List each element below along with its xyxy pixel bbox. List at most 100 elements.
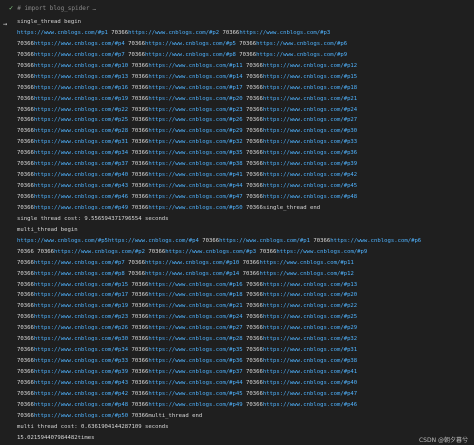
output-link[interactable]: https://www.cnblogs.com/#p45	[263, 183, 357, 189]
output-link[interactable]: https://www.cnblogs.com/#p20	[263, 292, 357, 298]
output-link[interactable]: https://www.cnblogs.com/#p8	[145, 52, 236, 58]
output-link[interactable]: https://www.cnblogs.com/#p28	[148, 336, 242, 342]
output-link[interactable]: https://www.cnblogs.com/#p45	[148, 391, 242, 397]
output-link[interactable]: https://www.cnblogs.com/#p30	[263, 128, 357, 134]
output-link[interactable]: https://www.cnblogs.com/#p23	[148, 107, 242, 113]
output-link[interactable]: https://www.cnblogs.com/#p42	[263, 172, 357, 178]
output-link[interactable]: https://www.cnblogs.com/#p37	[34, 161, 128, 167]
output-link[interactable]: https://www.cnblogs.com/#p17	[34, 292, 128, 298]
output-link[interactable]: https://www.cnblogs.com/#p16	[34, 85, 128, 91]
output-link[interactable]: https://www.cnblogs.com/#p38	[263, 358, 357, 364]
output-link[interactable]: https://www.cnblogs.com/#p35	[148, 150, 242, 156]
output-link[interactable]: https://www.cnblogs.com/#p16	[148, 282, 242, 288]
output-link[interactable]: https://www.cnblogs.com/#p47	[263, 391, 357, 397]
output-link[interactable]: https://www.cnblogs.com/#p22	[263, 303, 357, 309]
output-link[interactable]: https://www.cnblogs.com/#p26	[34, 325, 128, 331]
output-link[interactable]: https://www.cnblogs.com/#p2	[54, 249, 145, 255]
output-link[interactable]: https://www.cnblogs.com/#p32	[148, 139, 242, 145]
cell-code-preview[interactable]: # import blog_spider	[17, 5, 89, 12]
output-link[interactable]: https://www.cnblogs.com/#p46	[34, 194, 128, 200]
output-link[interactable]: https://www.cnblogs.com/#p43	[34, 183, 128, 189]
output-link[interactable]: https://www.cnblogs.com/#p23	[34, 314, 128, 320]
output-link[interactable]: https://www.cnblogs.com/#p11	[260, 260, 354, 266]
output-link[interactable]: https://www.cnblogs.com/#p48	[263, 194, 357, 200]
output-link[interactable]: https://www.cnblogs.com/#p4	[34, 41, 125, 47]
output-link[interactable]: https://www.cnblogs.com/#p43	[34, 380, 128, 386]
output-link[interactable]: https://www.cnblogs.com/#p39	[34, 369, 128, 375]
output-link[interactable]: https://www.cnblogs.com/#p29	[263, 325, 357, 331]
output-link[interactable]: https://www.cnblogs.com/#p32	[263, 336, 357, 342]
output-link[interactable]: https://www.cnblogs.com/#p48	[34, 402, 128, 408]
output-link[interactable]: https://www.cnblogs.com/#p24	[148, 314, 242, 320]
output-link[interactable]: https://www.cnblogs.com/#p2	[128, 30, 219, 36]
output-link[interactable]: https://www.cnblogs.com/#p5	[17, 238, 108, 244]
output-link[interactable]: https://www.cnblogs.com/#p1	[17, 30, 108, 36]
output-link[interactable]: https://www.cnblogs.com/#p8	[34, 271, 125, 277]
output-link[interactable]: https://www.cnblogs.com/#p1	[219, 238, 310, 244]
output-link[interactable]: https://www.cnblogs.com/#p37	[148, 369, 242, 375]
output-link[interactable]: https://www.cnblogs.com/#p19	[34, 303, 128, 309]
output-link[interactable]: https://www.cnblogs.com/#p49	[148, 402, 242, 408]
output-link[interactable]: https://www.cnblogs.com/#p3	[239, 30, 330, 36]
output-link[interactable]: https://www.cnblogs.com/#p35	[148, 347, 242, 353]
output-link[interactable]: https://www.cnblogs.com/#p4	[108, 238, 199, 244]
output-link[interactable]: https://www.cnblogs.com/#p33	[34, 358, 128, 364]
output-link[interactable]: https://www.cnblogs.com/#p6	[330, 238, 421, 244]
output-link[interactable]: https://www.cnblogs.com/#p12	[263, 63, 357, 69]
output-link[interactable]: https://www.cnblogs.com/#p3	[165, 249, 256, 255]
output-link[interactable]: https://www.cnblogs.com/#p44	[148, 380, 242, 386]
output-link[interactable]: https://www.cnblogs.com/#p42	[34, 391, 128, 397]
output-link[interactable]: https://www.cnblogs.com/#p14	[148, 74, 242, 80]
output-link[interactable]: https://www.cnblogs.com/#p41	[148, 172, 242, 178]
output-link[interactable]: https://www.cnblogs.com/#p36	[148, 358, 242, 364]
output-link[interactable]: https://www.cnblogs.com/#p50	[34, 413, 128, 419]
output-link[interactable]: https://www.cnblogs.com/#p13	[34, 74, 128, 80]
output-link[interactable]: https://www.cnblogs.com/#p18	[263, 85, 357, 91]
output-link[interactable]: https://www.cnblogs.com/#p44	[148, 183, 242, 189]
output-link[interactable]: https://www.cnblogs.com/#p38	[148, 161, 242, 167]
output-link[interactable]: https://www.cnblogs.com/#p46	[263, 402, 357, 408]
output-link[interactable]: https://www.cnblogs.com/#p33	[263, 139, 357, 145]
output-link[interactable]: https://www.cnblogs.com/#p15	[263, 74, 357, 80]
output-link[interactable]: https://www.cnblogs.com/#p40	[34, 172, 128, 178]
output-link[interactable]: https://www.cnblogs.com/#p19	[34, 96, 128, 102]
output-link[interactable]: https://www.cnblogs.com/#p18	[148, 292, 242, 298]
output-link[interactable]: https://www.cnblogs.com/#p15	[34, 282, 128, 288]
output-link[interactable]: https://www.cnblogs.com/#p39	[263, 161, 357, 167]
output-link[interactable]: https://www.cnblogs.com/#p47	[148, 194, 242, 200]
output-link[interactable]: https://www.cnblogs.com/#p49	[34, 205, 128, 211]
output-link[interactable]: https://www.cnblogs.com/#p29	[148, 128, 242, 134]
output-link[interactable]: https://www.cnblogs.com/#p9	[276, 249, 367, 255]
output-link[interactable]: https://www.cnblogs.com/#p20	[148, 96, 242, 102]
output-link[interactable]: https://www.cnblogs.com/#p13	[263, 282, 357, 288]
output-link[interactable]: https://www.cnblogs.com/#p17	[148, 85, 242, 91]
output-link[interactable]: https://www.cnblogs.com/#p26	[148, 117, 242, 123]
output-link[interactable]: https://www.cnblogs.com/#p36	[263, 150, 357, 156]
output-link[interactable]: https://www.cnblogs.com/#p14	[145, 271, 239, 277]
output-link[interactable]: https://www.cnblogs.com/#p10	[145, 260, 239, 266]
output-link[interactable]: https://www.cnblogs.com/#p27	[148, 325, 242, 331]
output-link[interactable]: https://www.cnblogs.com/#p25	[263, 314, 357, 320]
output-link[interactable]: https://www.cnblogs.com/#p10	[34, 63, 128, 69]
output-link[interactable]: https://www.cnblogs.com/#p5	[145, 41, 236, 47]
output-link[interactable]: https://www.cnblogs.com/#p9	[256, 52, 347, 58]
output-link[interactable]: https://www.cnblogs.com/#p34	[34, 150, 128, 156]
output-link[interactable]: https://www.cnblogs.com/#p7	[34, 260, 125, 266]
output-link[interactable]: https://www.cnblogs.com/#p30	[34, 336, 128, 342]
output-link[interactable]: https://www.cnblogs.com/#p21	[263, 96, 357, 102]
output-link[interactable]: https://www.cnblogs.com/#p28	[34, 128, 128, 134]
output-link[interactable]: https://www.cnblogs.com/#p41	[263, 369, 357, 375]
output-link[interactable]: https://www.cnblogs.com/#p31	[34, 139, 128, 145]
output-link[interactable]: https://www.cnblogs.com/#p21	[148, 303, 242, 309]
output-link[interactable]: https://www.cnblogs.com/#p25	[34, 117, 128, 123]
output-link[interactable]: https://www.cnblogs.com/#p7	[34, 52, 125, 58]
output-link[interactable]: https://www.cnblogs.com/#p24	[263, 107, 357, 113]
output-link[interactable]: https://www.cnblogs.com/#p34	[34, 347, 128, 353]
output-link[interactable]: https://www.cnblogs.com/#p27	[263, 117, 357, 123]
output-link[interactable]: https://www.cnblogs.com/#p50	[148, 205, 242, 211]
output-link[interactable]: https://www.cnblogs.com/#p11	[148, 63, 242, 69]
output-link[interactable]: https://www.cnblogs.com/#p6	[256, 41, 347, 47]
output-link[interactable]: https://www.cnblogs.com/#p12	[260, 271, 354, 277]
output-link[interactable]: https://www.cnblogs.com/#p40	[263, 380, 357, 386]
output-link[interactable]: https://www.cnblogs.com/#p31	[263, 347, 357, 353]
